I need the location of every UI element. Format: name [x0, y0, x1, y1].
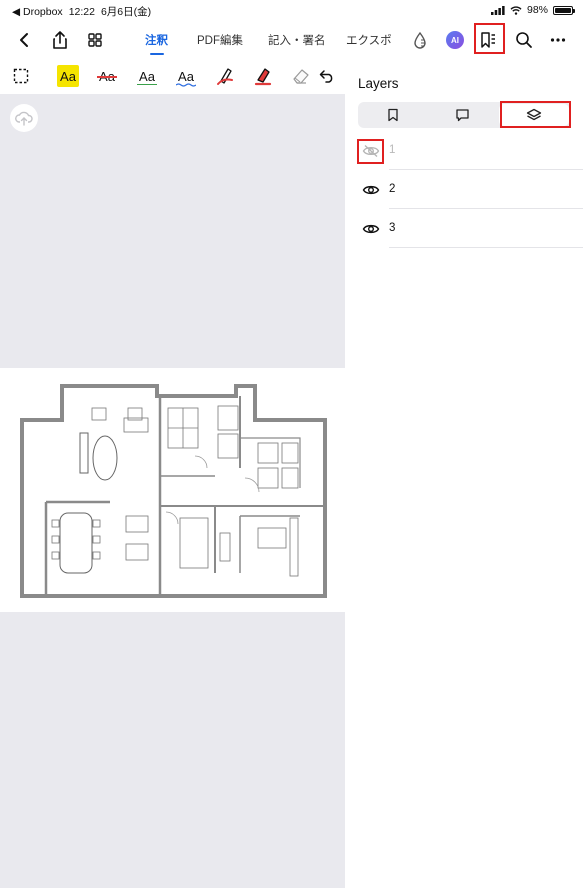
- pen-tool[interactable]: [214, 65, 236, 87]
- status-time: 12:22: [68, 5, 95, 18]
- top-navigation: 注釈 PDF編集 記入・署名 エクスポ AI: [0, 20, 583, 58]
- back-icon[interactable]: [12, 28, 36, 52]
- layer-label: 3: [389, 222, 396, 234]
- annotation-toolbar: Aa Aa Aa Aa: [0, 60, 345, 92]
- cloud-upload-icon[interactable]: [10, 104, 38, 132]
- squiggly-tool[interactable]: Aa: [175, 65, 197, 87]
- tab-fill-sign[interactable]: 記入・署名: [268, 32, 326, 48]
- more-icon[interactable]: [546, 28, 570, 52]
- undo-tool[interactable]: [317, 65, 337, 87]
- floor-plan-drawing: [20, 384, 327, 598]
- underline-tool[interactable]: Aa: [136, 65, 158, 87]
- ai-badge: AI: [446, 31, 464, 49]
- row-divider: [389, 247, 583, 248]
- bookmark-icon: [388, 108, 398, 122]
- squiggly-tool-label: Aa: [178, 68, 194, 84]
- panel-title: Layers: [358, 76, 399, 91]
- underline-tool-label: Aa: [139, 68, 155, 84]
- back-to-app-link[interactable]: ◀ Dropbox: [12, 6, 63, 18]
- highlight-tool-label: Aa: [60, 68, 76, 84]
- battery-percent: 98%: [526, 4, 548, 16]
- eye-icon[interactable]: [361, 182, 381, 198]
- tab-export[interactable]: エクスポ: [346, 32, 392, 48]
- active-tab-indicator: [150, 53, 164, 55]
- status-bar: ◀ Dropbox 12:22 6月6日(金) 98%: [0, 0, 583, 20]
- grid-icon[interactable]: [83, 28, 107, 52]
- row-divider: [389, 208, 583, 209]
- segment-bookmarks[interactable]: [358, 102, 428, 128]
- layers-panel: Layers 1 2 3: [345, 58, 583, 888]
- row-divider: [389, 169, 583, 170]
- eraser-tool[interactable]: [290, 65, 312, 87]
- layer-row-3[interactable]: 3: [345, 210, 583, 248]
- ink-drop-icon[interactable]: [408, 28, 432, 52]
- highlight-box-hidden-layer: [357, 139, 384, 164]
- select-tool[interactable]: [11, 65, 31, 87]
- highlight-box-bookmark: [474, 23, 505, 54]
- pdf-page-floor-plan[interactable]: [0, 368, 345, 612]
- tab-pdf-edit[interactable]: PDF編集: [197, 32, 243, 48]
- layer-label: 2: [389, 183, 396, 195]
- search-icon[interactable]: [512, 28, 536, 52]
- segment-comments[interactable]: [428, 102, 498, 128]
- highlight-tool[interactable]: Aa: [57, 65, 79, 87]
- document-canvas[interactable]: [0, 94, 345, 888]
- eye-icon[interactable]: [361, 221, 381, 237]
- highlighter-tool[interactable]: [252, 65, 274, 87]
- share-icon[interactable]: [48, 28, 72, 52]
- comment-icon: [456, 109, 469, 122]
- underline-line: [137, 83, 157, 85]
- wifi-icon: [510, 5, 522, 15]
- status-date: 6月6日(金): [100, 6, 152, 18]
- layer-row-2[interactable]: 2: [345, 171, 583, 209]
- strike-line: [97, 76, 117, 78]
- ai-icon[interactable]: AI: [443, 28, 467, 52]
- squiggle-line: [176, 83, 196, 87]
- layer-label: 1: [389, 144, 396, 156]
- strikethrough-tool[interactable]: Aa: [96, 65, 118, 87]
- battery-icon: [553, 5, 575, 15]
- highlight-box-layers-tab: [500, 101, 571, 128]
- signal-icon: [490, 5, 505, 15]
- tab-annotate[interactable]: 注釈: [145, 32, 168, 48]
